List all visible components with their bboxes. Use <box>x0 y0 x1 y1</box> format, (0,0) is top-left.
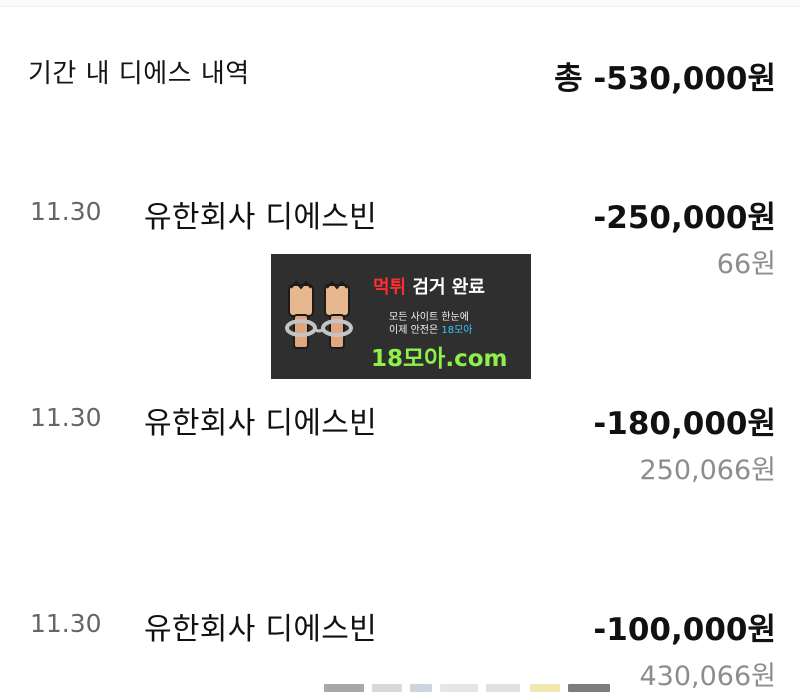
banner-subline-prefix: 이제 안전은 <box>389 325 442 336</box>
banner-subline-accent: 18모아 <box>441 325 473 336</box>
transaction-merchant: 유한회사 디에스빈 <box>144 406 378 441</box>
transaction-merchant: 유한회사 디에스빈 <box>144 612 378 647</box>
fist-handcuff-icon <box>277 276 365 356</box>
overlay-ad-banner[interactable]: 먹튀 검거 완료 모든 사이트 한눈에 이제 안전은 18모아 18모아.com <box>271 254 531 379</box>
banner-headline-red: 먹튀 <box>373 277 407 298</box>
transaction-balance: 250,066원 <box>639 455 777 486</box>
transaction-balance: 66원 <box>716 249 776 280</box>
transaction-merchant: 유한회사 디에스빈 <box>144 200 378 235</box>
transaction-history-page: 기간 내 디에스 내역 총 -530,000원 11.30 유한회사 디에스빈 … <box>0 0 800 692</box>
thumbnail-strip <box>324 684 610 692</box>
thumbnail <box>486 684 520 692</box>
banner-domain: 18모아.com <box>371 346 508 372</box>
thumbnail <box>568 684 610 692</box>
transaction-row[interactable]: 11.30 유한회사 디에스빈 -100,000원 430,066원 <box>0 546 800 692</box>
transaction-date: 11.30 <box>30 403 102 432</box>
top-divider <box>0 0 800 7</box>
banner-headline: 먹튀 검거 완료 <box>373 273 485 299</box>
transaction-balance: 430,066원 <box>639 661 777 692</box>
banner-headline-white: 검거 완료 <box>406 277 485 298</box>
transaction-amount: -100,000원 <box>593 612 776 648</box>
banner-subline-2: 이제 안전은 18모아 <box>389 321 472 336</box>
summary-total: 총 -530,000원 <box>554 61 776 97</box>
transaction-date: 11.30 <box>30 609 102 638</box>
transaction-amount: -180,000원 <box>593 406 776 442</box>
thumbnail <box>324 684 364 692</box>
thumbnail <box>530 684 560 692</box>
summary-label: 기간 내 디에스 내역 <box>28 59 250 89</box>
transaction-date: 11.30 <box>30 197 102 226</box>
transaction-amount: -250,000원 <box>593 200 776 236</box>
thumbnail <box>410 684 432 692</box>
thumbnail <box>372 684 402 692</box>
summary-header: 기간 내 디에스 내역 총 -530,000원 <box>0 7 800 135</box>
thumbnail <box>440 684 478 692</box>
